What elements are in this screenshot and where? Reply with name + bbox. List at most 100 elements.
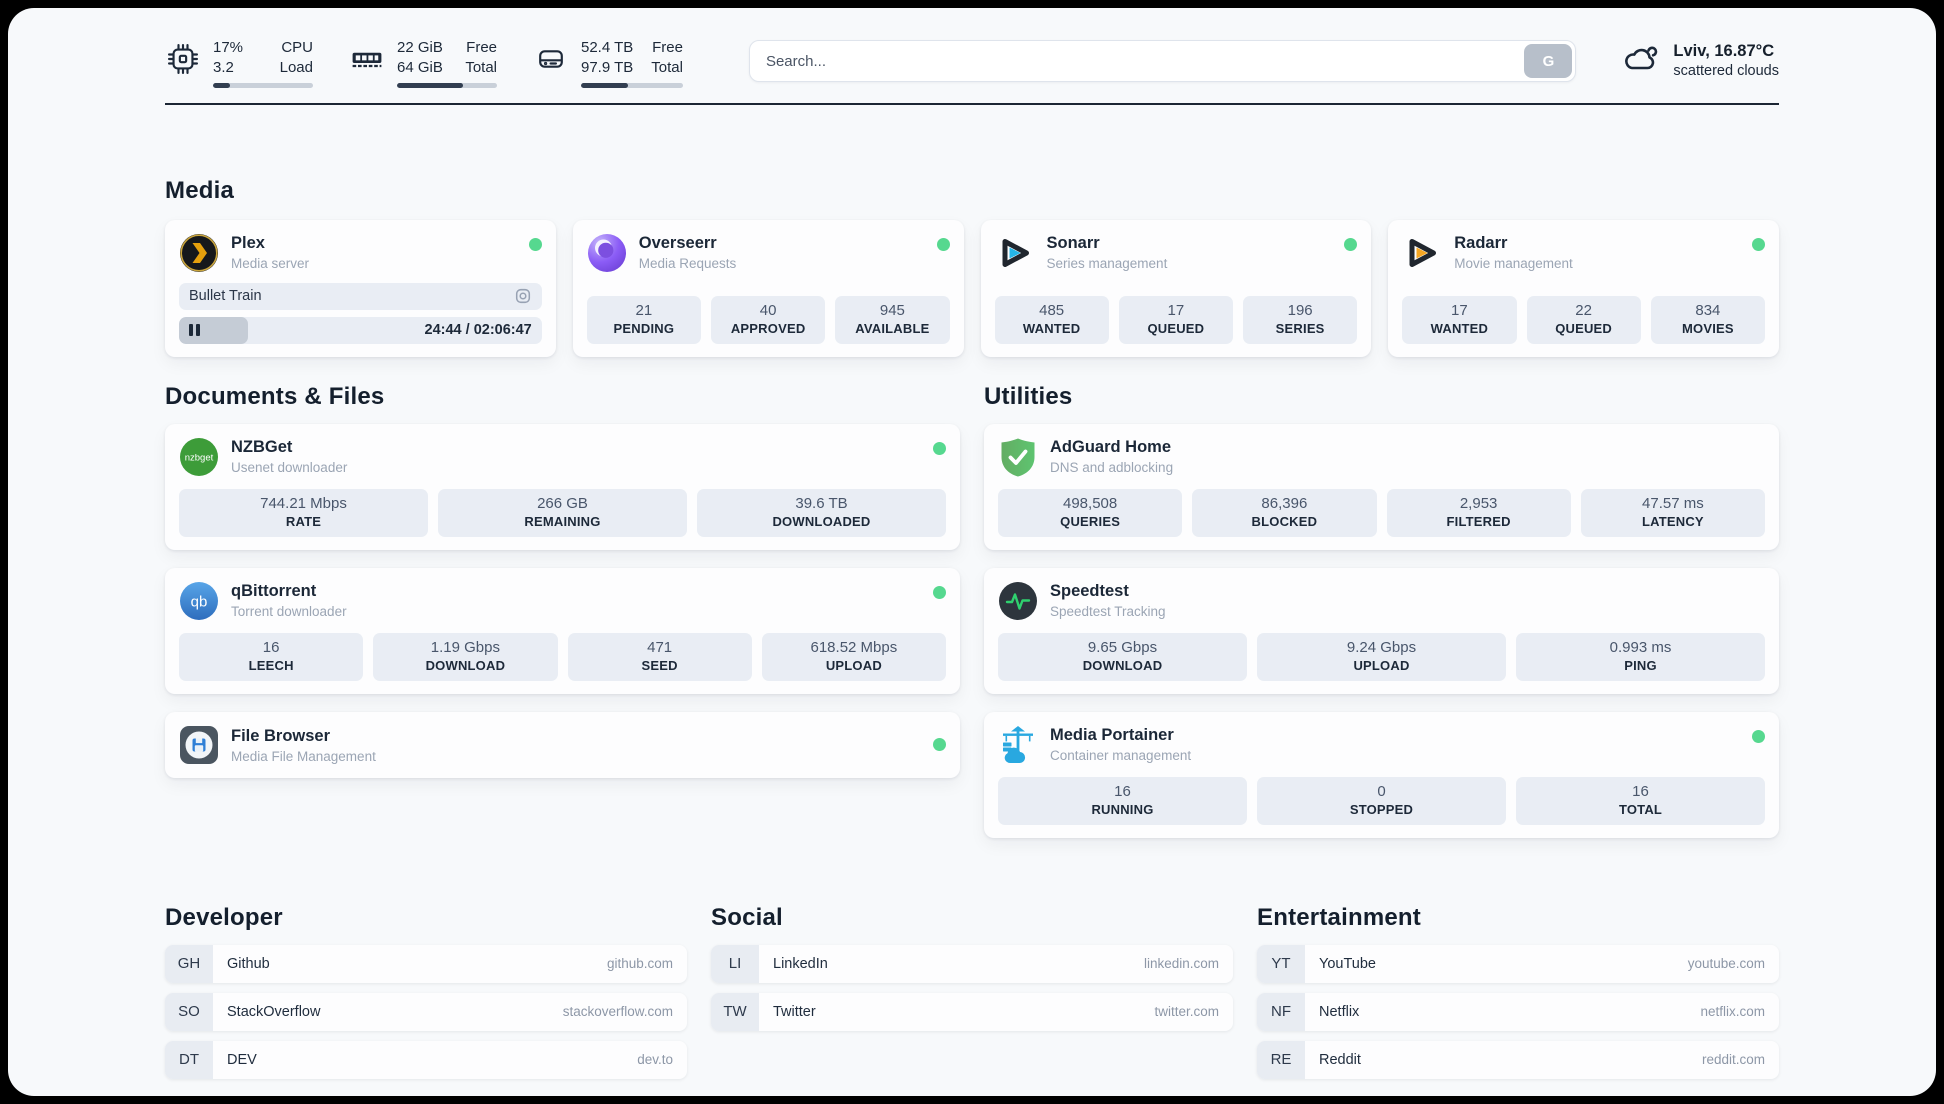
portainer-card[interactable]: Media Portainer Container management 16 … (984, 711, 1779, 838)
radarr-card[interactable]: Radarr Movie management 17 WANTED 22 QUE… (1388, 219, 1779, 357)
plex-card[interactable]: Plex Media server Bullet Train 24:44 / 0… (165, 219, 556, 357)
stat-running: 16 RUNNING (998, 776, 1247, 825)
app-subtitle: Media Requests (638, 255, 737, 271)
bookmark-url: linkedin.com (1143, 956, 1219, 972)
cpu-progress-bar (213, 82, 313, 88)
stat-total: 16 TOTAL (1516, 776, 1765, 825)
stat-queued: 17 QUEUED (1118, 295, 1233, 344)
memory-total-label: Total (465, 58, 497, 76)
status-dot (936, 237, 950, 251)
bookmark-url: reddit.com (1701, 1052, 1765, 1068)
bookmark-dev[interactable]: DT DEV dev.to (165, 1040, 687, 1079)
topbar-divider (165, 102, 1779, 105)
disk-free-label: Free (652, 39, 683, 56)
overseerr-card[interactable]: Overseerr Media Requests 21 PENDING 40 A… (572, 219, 964, 357)
section-title-social: Social (711, 903, 783, 931)
bookmark-url: github.com (606, 956, 673, 972)
stat-download: 9.65 Gbps DOWNLOAD (998, 632, 1247, 681)
bookmark-netflix[interactable]: NF Netflix netflix.com (1257, 992, 1779, 1031)
nzbget-card[interactable]: nzbget NZBGet Usenet downloader 744.21 M… (165, 423, 960, 550)
stat-movies: 834 MOVIES (1650, 295, 1765, 344)
disk-total-label: Total (651, 58, 683, 76)
app-title: Sonarr (1046, 233, 1100, 252)
cpu-label: CPU (281, 39, 313, 56)
bookmark-reddit[interactable]: RE Reddit reddit.com (1257, 1040, 1779, 1079)
documents-column: Documents & Files nzbget NZBGet Usenet d… (165, 383, 960, 838)
app-subtitle: Media server (231, 255, 310, 271)
stat-rate: 744.21 Mbps RATE (179, 488, 428, 537)
svg-text:nzbget: nzbget (185, 452, 214, 463)
stat-queries: 498,508 QUERIES (998, 488, 1183, 537)
app-subtitle: Speedtest Tracking (1050, 603, 1166, 619)
qbittorrent-card[interactable]: qb qBittorrent Torrent downloader 16 LEE… (165, 567, 960, 694)
app-title: Overseerr (638, 233, 717, 252)
disk-widget: 52.4 TB 97.9 TB Free Total (533, 38, 683, 88)
sonarr-card[interactable]: Sonarr Series management 485 WANTED 17 Q… (980, 219, 1372, 357)
nzbget-icon: nzbget (179, 437, 219, 477)
bookmark-linkedin[interactable]: LI LinkedIn linkedin.com (711, 944, 1233, 983)
stat-download: 1.19 Gbps DOWNLOAD (373, 632, 558, 681)
bookmark-name: YouTube (1319, 955, 1376, 972)
app-title: qBittorrent (231, 581, 317, 600)
plex-icon (179, 233, 219, 273)
search-input[interactable] (752, 52, 1525, 70)
adguard-card[interactable]: AdGuard Home DNS and adblocking 498,508 … (984, 423, 1779, 550)
bookmark-name: Twitter (773, 1003, 816, 1020)
bookmark-abbr: LI (711, 944, 759, 983)
memory-total-value: 64 GiB (397, 58, 443, 76)
status-dot (528, 237, 542, 251)
disk-total-value: 97.9 TB (581, 58, 634, 76)
bookmark-abbr: RE (1257, 1040, 1305, 1079)
bookmark-url: twitter.com (1154, 1004, 1219, 1020)
app-subtitle: Usenet downloader (231, 459, 348, 475)
search-engine-button[interactable]: G (1524, 44, 1573, 78)
bookmark-url: stackoverflow.com (562, 1004, 673, 1020)
media-card-grid: Plex Media server Bullet Train 24:44 / 0… (165, 219, 1779, 357)
app-title: Media Portainer (1050, 725, 1174, 744)
stat-series: 196 SERIES (1243, 295, 1358, 344)
app-title: Radarr (1454, 233, 1508, 252)
section-title-entertainment: Entertainment (1257, 903, 1421, 931)
app-subtitle: Torrent downloader (231, 603, 347, 619)
stat-remaining: 266 GB REMAINING (438, 488, 687, 537)
app-subtitle: Media File Management (231, 748, 376, 764)
memory-icon (349, 41, 385, 77)
bookmark-github[interactable]: GH Github github.com (165, 944, 687, 983)
stat-leech: 16 LEECH (179, 632, 364, 681)
search-bar: G (748, 40, 1577, 82)
dashboard-panel: 17% 3.2 CPU Load 22 GiB 64 GiB Free Tota… (8, 8, 1936, 1096)
bookmark-abbr: DT (165, 1040, 213, 1079)
now-playing-title: Bullet Train (189, 288, 262, 305)
app-title: File Browser (231, 726, 331, 745)
cpu-percent: 17% (213, 39, 244, 56)
stat-approved: 40 APPROVED (711, 295, 826, 344)
radarr-icon (1402, 233, 1442, 273)
adguard-icon (998, 437, 1038, 477)
bookmark-stackoverflow[interactable]: SO StackOverflow stackoverflow.com (165, 992, 687, 1031)
stat-upload: 618.52 Mbps UPLOAD (761, 632, 946, 681)
status-dot (1344, 237, 1358, 251)
bookmark-youtube[interactable]: YT YouTube youtube.com (1257, 944, 1779, 983)
cpu-icon (165, 41, 201, 77)
disk-icon (533, 41, 569, 77)
bookmark-name: StackOverflow (227, 1003, 321, 1020)
bookmark-name: Github (227, 955, 270, 972)
bookmark-abbr: NF (1257, 992, 1305, 1031)
video-icon (514, 287, 532, 305)
speedtest-card[interactable]: Speedtest Speedtest Tracking 9.65 Gbps D… (984, 567, 1779, 694)
stat-queued: 22 QUEUED (1526, 295, 1641, 344)
stat-latency: 47.57 ms LATENCY (1580, 488, 1765, 537)
app-title: NZBGet (231, 437, 293, 456)
status-dot (933, 441, 946, 455)
social-column: Social LI LinkedIn linkedin.com TW Twitt… (711, 904, 1233, 1079)
bookmark-abbr: SO (165, 992, 213, 1031)
section-title-utilities: Utilities (984, 382, 1073, 410)
bookmark-twitter[interactable]: TW Twitter twitter.com (711, 992, 1233, 1031)
stat-downloaded: 39.6 TB DOWNLOADED (697, 488, 946, 537)
filebrowser-icon (179, 725, 219, 765)
stat-pending: 21 PENDING (586, 295, 701, 344)
memory-progress-bar (397, 82, 497, 88)
filebrowser-card[interactable]: File Browser Media File Management (165, 711, 960, 778)
disk-free-value: 52.4 TB (581, 39, 634, 56)
svg-text:qb: qb (191, 593, 208, 610)
